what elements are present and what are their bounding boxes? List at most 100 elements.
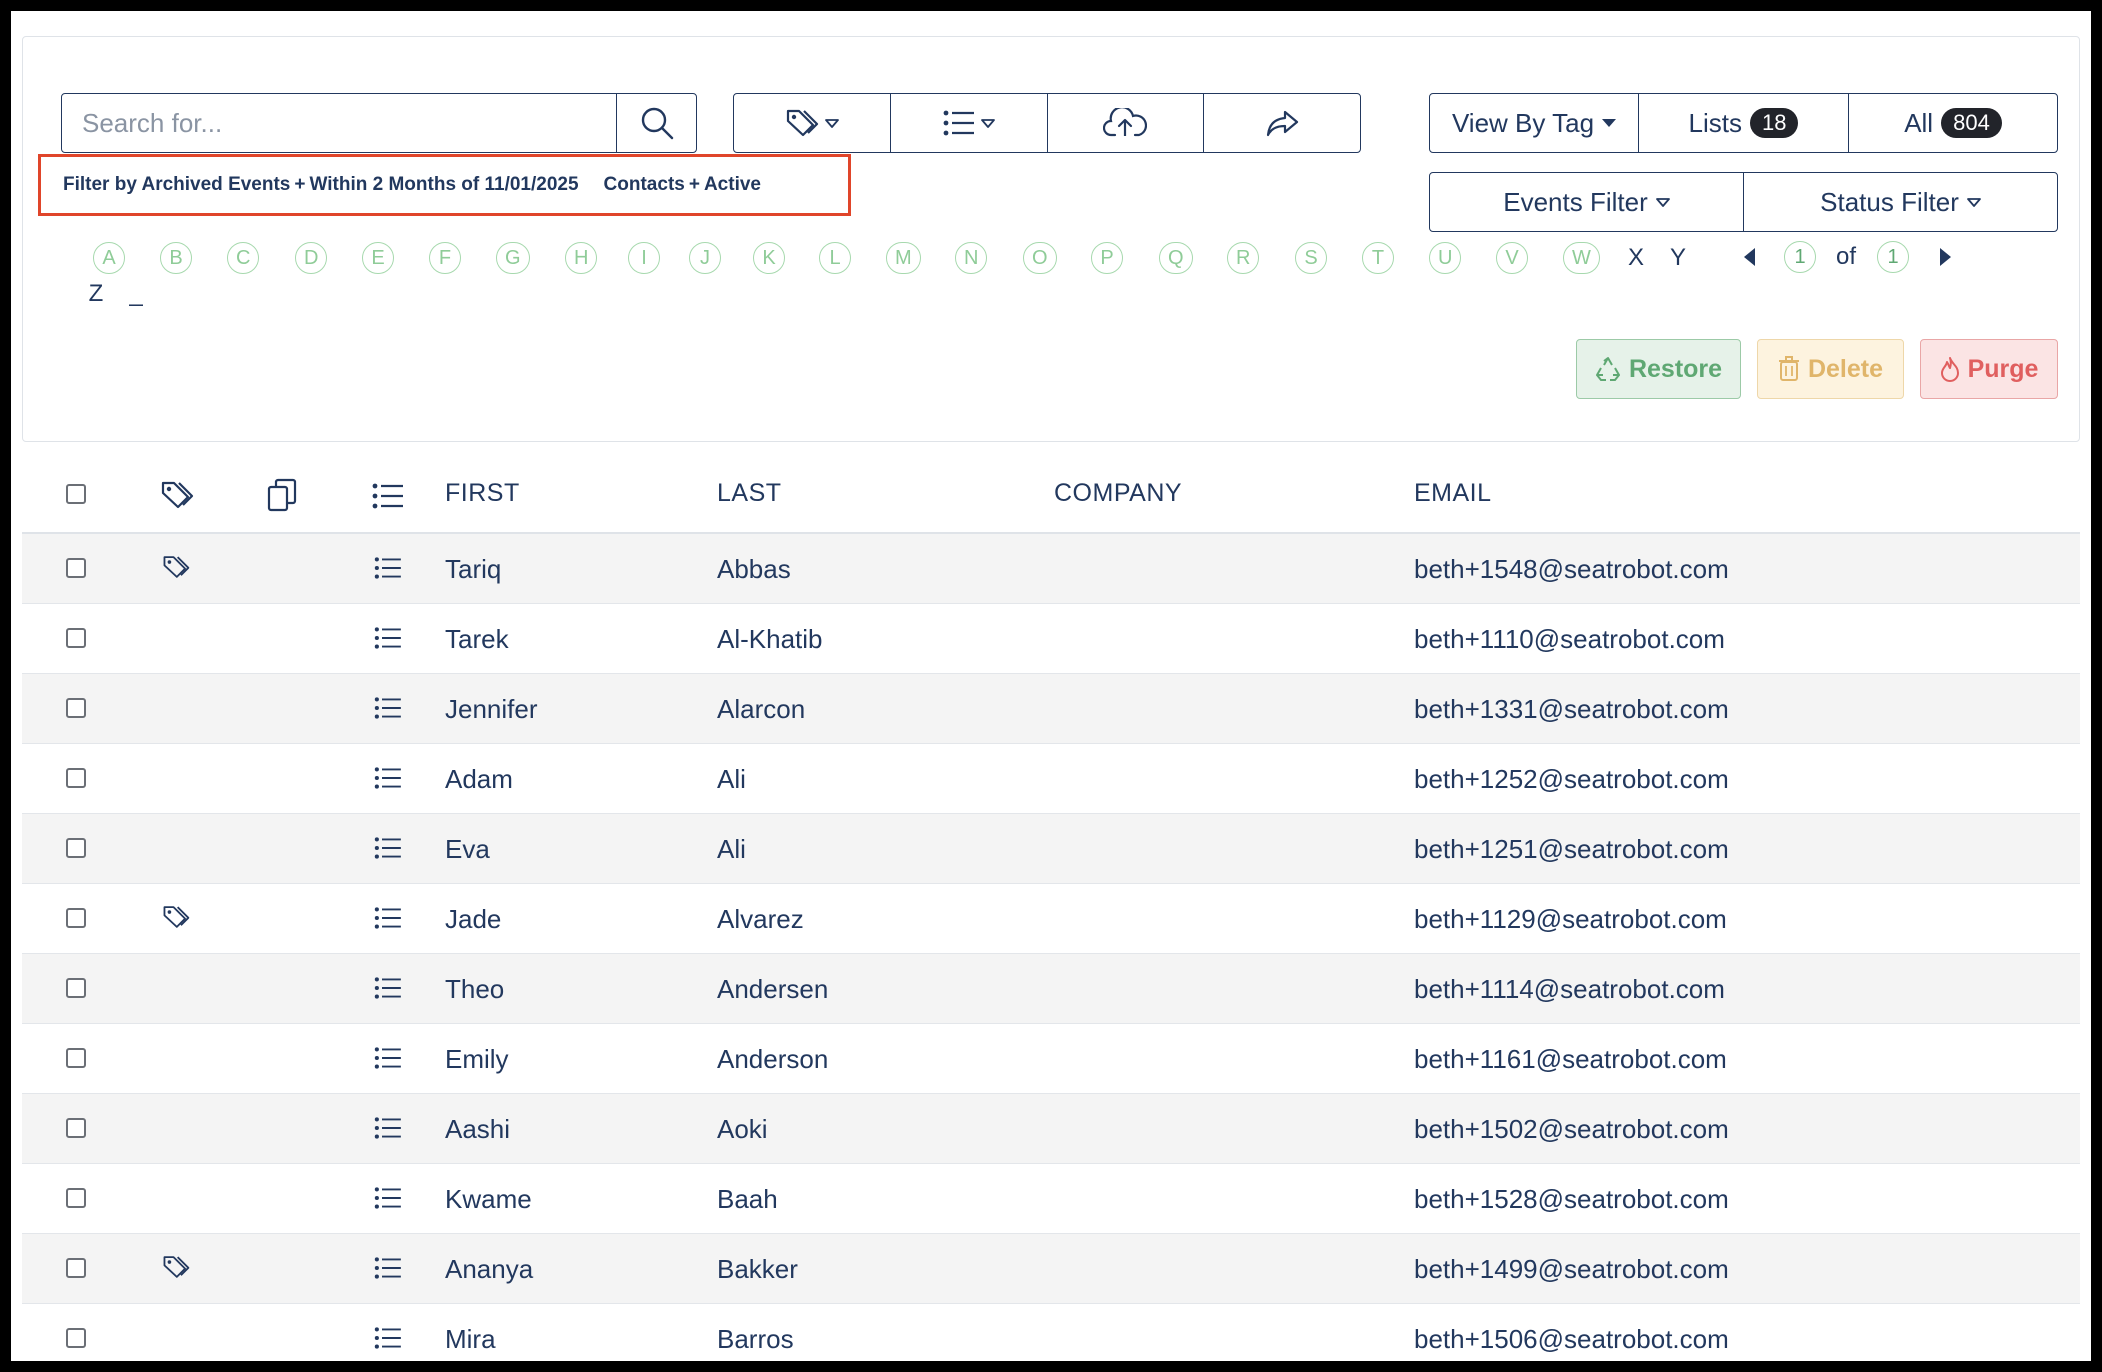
list-icon[interactable]	[374, 626, 402, 650]
header-company[interactable]: COMPANY	[1054, 479, 1182, 508]
table-row[interactable]: Ananya Bakker beth+1499@seatrobot.com	[22, 1234, 2080, 1304]
letter-filter-q[interactable]: Q	[1159, 242, 1193, 274]
tag-icon[interactable]	[162, 554, 190, 580]
cell-email[interactable]: beth+1331@seatrobot.com	[1414, 694, 1729, 725]
table-row[interactable]: Jennifer Alarcon beth+1331@seatrobot.com	[22, 674, 2080, 744]
list-icon[interactable]	[374, 906, 402, 930]
cell-email[interactable]: beth+1499@seatrobot.com	[1414, 1254, 1729, 1285]
select-all-checkbox[interactable]	[66, 484, 86, 504]
events-filter-button[interactable]: Events Filter	[1429, 172, 1744, 232]
purge-button[interactable]: Purge	[1920, 339, 2058, 399]
row-checkbox[interactable]	[66, 838, 86, 858]
header-email[interactable]: EMAIL	[1414, 479, 1492, 508]
row-checkbox[interactable]	[66, 908, 86, 928]
header-last[interactable]: LAST	[717, 479, 782, 508]
previous-page-icon[interactable]	[1744, 248, 1755, 266]
letter-filter-a[interactable]: A	[93, 242, 125, 274]
row-checkbox[interactable]	[66, 1048, 86, 1068]
letter-filter-v[interactable]: V	[1496, 242, 1528, 274]
table-row[interactable]: Adam Ali beth+1252@seatrobot.com	[22, 744, 2080, 814]
letter-filter-j[interactable]: J	[689, 242, 721, 274]
row-checkbox[interactable]	[66, 1188, 86, 1208]
table-row[interactable]: Emily Anderson beth+1161@seatrobot.com	[22, 1024, 2080, 1094]
letter-filter-h[interactable]: H	[565, 242, 598, 274]
letter-filter-x[interactable]: X	[1620, 242, 1653, 274]
letter-filter-k[interactable]: K	[753, 242, 785, 274]
tag-dropdown-button[interactable]	[733, 93, 891, 153]
status-filter-button[interactable]: Status Filter	[1743, 172, 2058, 232]
table-row[interactable]: Tariq Abbas beth+1548@seatrobot.com	[22, 534, 2080, 604]
tag-icon[interactable]	[162, 1254, 190, 1280]
table-row[interactable]: Eva Ali beth+1251@seatrobot.com	[22, 814, 2080, 884]
next-page-icon[interactable]	[1940, 248, 1951, 266]
list-icon[interactable]	[374, 1116, 402, 1140]
list-icon[interactable]	[374, 1256, 402, 1280]
table-row[interactable]: Theo Andersen beth+1114@seatrobot.com	[22, 954, 2080, 1024]
cell-email[interactable]: beth+1502@seatrobot.com	[1414, 1114, 1729, 1145]
row-checkbox[interactable]	[66, 768, 86, 788]
view-by-tag-button[interactable]: View By Tag	[1429, 93, 1639, 153]
current-page[interactable]: 1	[1784, 241, 1816, 273]
cell-email[interactable]: beth+1528@seatrobot.com	[1414, 1184, 1729, 1215]
row-checkbox[interactable]	[66, 628, 86, 648]
restore-button[interactable]: Restore	[1576, 339, 1741, 399]
letter-filter-i[interactable]: I	[628, 242, 660, 274]
list-icon[interactable]	[374, 766, 402, 790]
letter-filter-r[interactable]: R	[1227, 242, 1260, 274]
row-checkbox[interactable]	[66, 1118, 86, 1138]
letter-filter-u[interactable]: U	[1429, 242, 1462, 274]
row-checkbox[interactable]	[66, 698, 86, 718]
search-button[interactable]	[616, 93, 697, 153]
table-row[interactable]: Aashi Aoki beth+1502@seatrobot.com	[22, 1094, 2080, 1164]
row-checkbox[interactable]	[66, 1258, 86, 1278]
letter-filter-o[interactable]: O	[1023, 242, 1057, 274]
list-icon[interactable]	[374, 1186, 402, 1210]
cell-email[interactable]: beth+1506@seatrobot.com	[1414, 1324, 1729, 1355]
letter-filter-m[interactable]: M	[886, 242, 921, 274]
list-icon[interactable]	[374, 696, 402, 720]
cell-email[interactable]: beth+1251@seatrobot.com	[1414, 834, 1729, 865]
letter-filter-c[interactable]: C	[227, 242, 260, 274]
letter-filter-p[interactable]: P	[1091, 242, 1123, 274]
list-icon[interactable]	[374, 556, 402, 580]
cell-email[interactable]: beth+1252@seatrobot.com	[1414, 764, 1729, 795]
table-row[interactable]: Tarek Al-Khatib beth+1110@seatrobot.com	[22, 604, 2080, 674]
upload-button[interactable]	[1046, 93, 1205, 153]
list-dropdown-button[interactable]	[889, 93, 1048, 153]
list-icon[interactable]	[374, 1326, 402, 1350]
letter-filter-e[interactable]: E	[362, 242, 394, 274]
delete-button[interactable]: Delete	[1757, 339, 1904, 399]
letter-filter-s[interactable]: S	[1295, 242, 1327, 274]
letter-filter-d[interactable]: D	[295, 242, 328, 274]
table-row[interactable]: Kwame Baah beth+1528@seatrobot.com	[22, 1164, 2080, 1234]
table-row[interactable]: Mira Barros beth+1506@seatrobot.com	[22, 1304, 2080, 1361]
cell-email[interactable]: beth+1548@seatrobot.com	[1414, 554, 1729, 585]
cell-email[interactable]: beth+1129@seatrobot.com	[1414, 904, 1727, 935]
row-checkbox[interactable]	[66, 1328, 86, 1348]
lists-button[interactable]: Lists 18	[1638, 93, 1849, 153]
letter-filter-w[interactable]: W	[1563, 242, 1600, 274]
letter-filter-y[interactable]: Y	[1662, 242, 1695, 274]
cell-email[interactable]: beth+1161@seatrobot.com	[1414, 1044, 1727, 1075]
letter-filter-n[interactable]: N	[955, 242, 988, 274]
cell-email[interactable]: beth+1110@seatrobot.com	[1414, 624, 1725, 655]
cell-email[interactable]: beth+1114@seatrobot.com	[1414, 974, 1725, 1005]
letter-filter-f[interactable]: F	[429, 242, 461, 274]
share-button[interactable]	[1203, 93, 1361, 153]
letter-filter-t[interactable]: T	[1362, 242, 1394, 274]
all-button[interactable]: All 804	[1848, 93, 2058, 153]
list-icon[interactable]	[374, 1046, 402, 1070]
row-checkbox[interactable]	[66, 978, 86, 998]
letter-filter-z[interactable]: Z	[80, 278, 112, 310]
list-icon[interactable]	[374, 836, 402, 860]
letter-filter-l[interactable]: L	[819, 242, 851, 274]
search-input[interactable]	[61, 93, 617, 153]
letter-filter-underscore[interactable]: _	[120, 278, 152, 310]
header-first[interactable]: FIRST	[445, 479, 520, 508]
letter-filter-g[interactable]: G	[496, 242, 530, 274]
tag-icon[interactable]	[162, 904, 190, 930]
letter-filter-b[interactable]: B	[160, 242, 192, 274]
table-row[interactable]: Jade Alvarez beth+1129@seatrobot.com	[22, 884, 2080, 954]
list-icon[interactable]	[374, 976, 402, 1000]
row-checkbox[interactable]	[66, 558, 86, 578]
